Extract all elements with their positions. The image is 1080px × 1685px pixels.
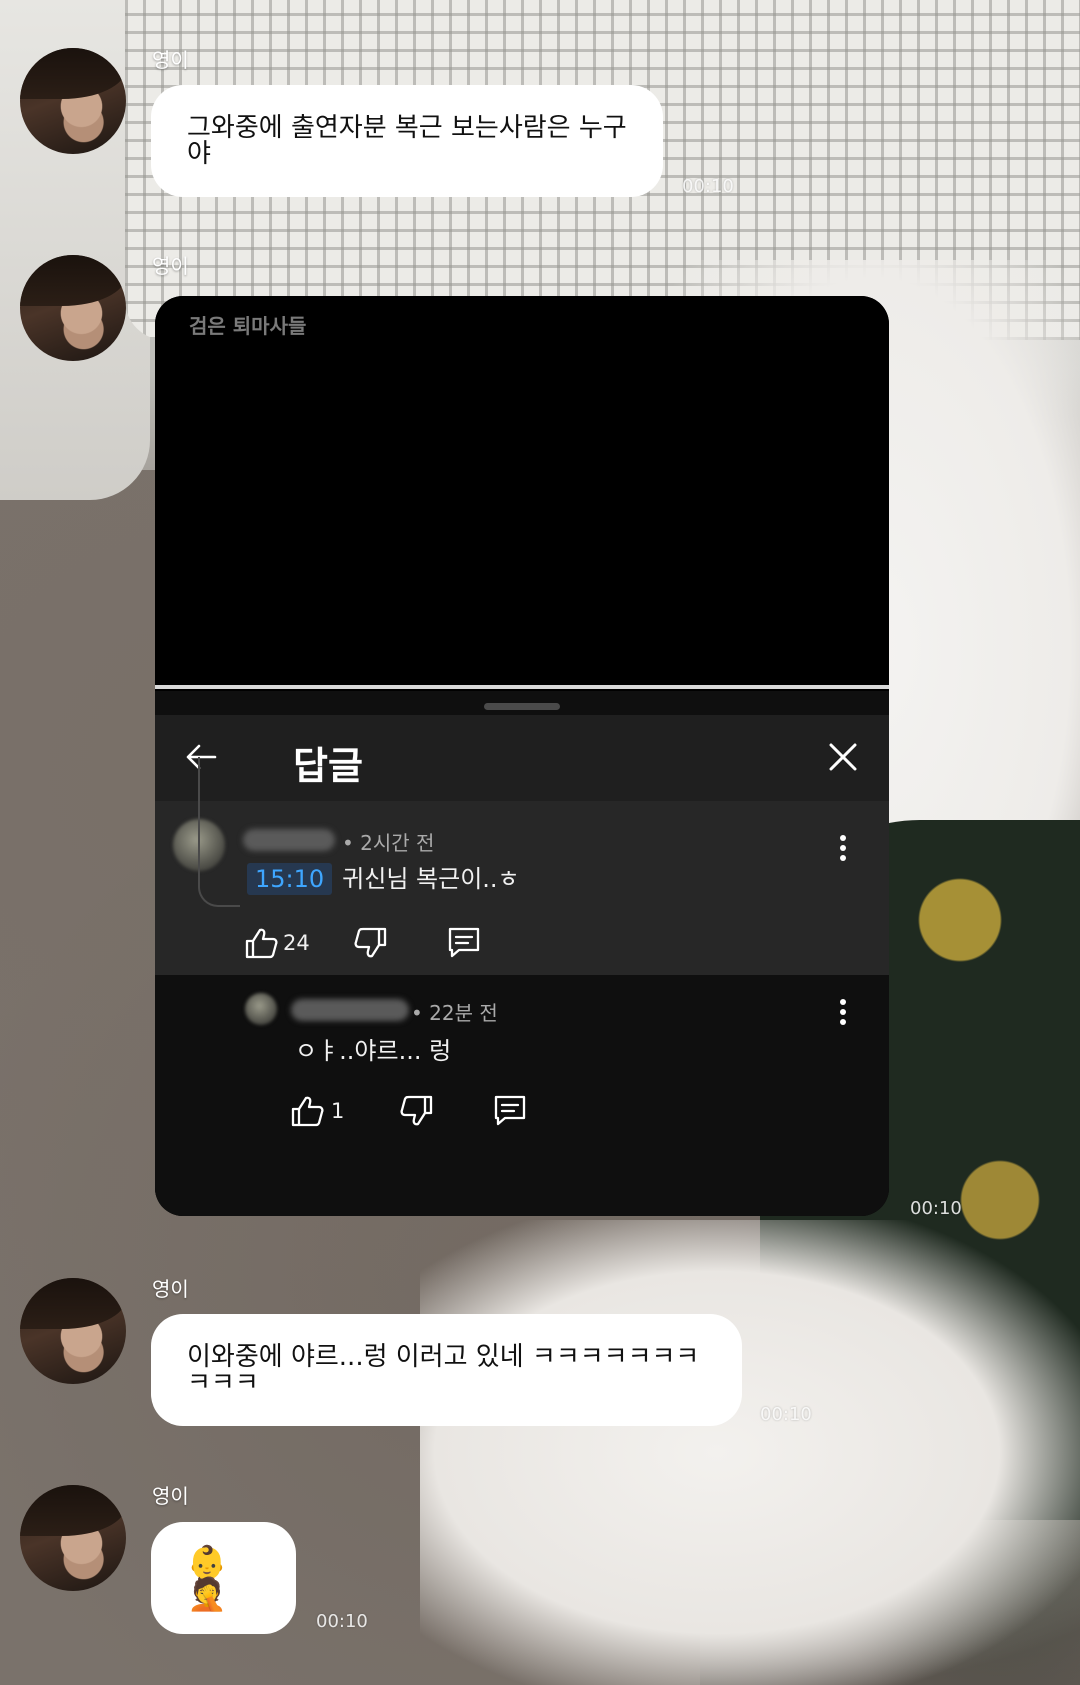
comment-body: 귀신님 복근이..ㅎ (342, 865, 520, 893)
sender-avatar[interactable] (20, 1278, 126, 1384)
comment-text: 15:10 귀신님 복근이..ㅎ (247, 859, 520, 895)
emoji-message: 👶🤦 (187, 1543, 227, 1613)
close-icon (829, 743, 857, 771)
reply-meta: • 22분 전 (411, 1001, 498, 1025)
sender-name: 영이 (152, 1484, 189, 1508)
more-vert-icon (840, 835, 846, 861)
replier-avatar (245, 993, 277, 1025)
video-title-overlay: 검은 퇴마사들 (189, 314, 307, 338)
sender-avatar[interactable] (20, 1485, 126, 1591)
thread-connector-line (198, 757, 240, 907)
thumb-up-icon (245, 928, 278, 959)
message-time: 00:10 (682, 176, 734, 197)
timestamp-link: 15:10 (247, 863, 333, 895)
thumb-down-icon (354, 927, 387, 958)
comment-meta: • 2시간 전 (342, 831, 435, 855)
message-time: 00:10 (316, 1611, 368, 1632)
commenter-name-blurred (243, 829, 335, 851)
sender-name: 영이 (152, 48, 189, 72)
like-count: 1 (331, 1099, 345, 1123)
message-bubble[interactable]: 이와중에 야르...렁 이러고 있네 ㅋㅋㅋㅋㅋㅋㅋㅋㅋㅋ (151, 1314, 742, 1426)
parent-comment: • 2시간 전 15:10 귀신님 복근이..ㅎ 24 (155, 801, 889, 975)
video-progress-bar (155, 685, 889, 689)
replier-name-blurred (291, 999, 409, 1021)
background-photo-fur-lower (420, 1220, 1080, 1685)
message-text: 이와중에 야르...렁 이러고 있네 ㅋㅋㅋㅋㅋㅋㅋㅋㅋㅋ (187, 1342, 700, 1398)
sheet-title: 답글 (293, 744, 363, 788)
message-time: 00:10 (910, 1198, 962, 1219)
thumb-down-icon (400, 1095, 433, 1126)
video-progress-fill (155, 685, 889, 689)
reply-icon (448, 927, 480, 958)
reply-icon (494, 1095, 526, 1126)
drag-handle (484, 703, 560, 710)
sender-avatar[interactable] (20, 48, 126, 154)
message-bubble[interactable]: 그와중에 출연자분 복근 보는사람은 누구야 (151, 85, 663, 197)
shared-screenshot-image[interactable]: 검은 퇴마사들 답글 • 2시간 전 15:10 귀신님 복근이..ㅎ 24 •… (155, 296, 889, 1216)
message-bubble[interactable]: 👶🤦 (151, 1522, 296, 1634)
sender-avatar[interactable] (20, 255, 126, 361)
message-time: 00:10 (760, 1404, 812, 1425)
sender-name: 영이 (152, 254, 189, 278)
replies-sheet: 답글 • 2시간 전 15:10 귀신님 복근이..ㅎ 24 • 22분 전 ㅇ… (155, 691, 889, 1216)
reply-comment: • 22분 전 ㅇㅑ..야르... 렁 1 (155, 975, 889, 1216)
replies-header: 답글 (155, 715, 889, 801)
reply-text: ㅇㅑ..야르... 렁 (295, 1037, 452, 1065)
message-text: 그와중에 출연자분 복근 보는사람은 누구야 (187, 113, 627, 169)
thumb-up-icon (291, 1096, 324, 1127)
sender-name: 영이 (152, 1277, 189, 1301)
video-player: 검은 퇴마사들 (155, 296, 889, 688)
like-count: 24 (283, 931, 310, 955)
more-vert-icon (840, 999, 846, 1025)
